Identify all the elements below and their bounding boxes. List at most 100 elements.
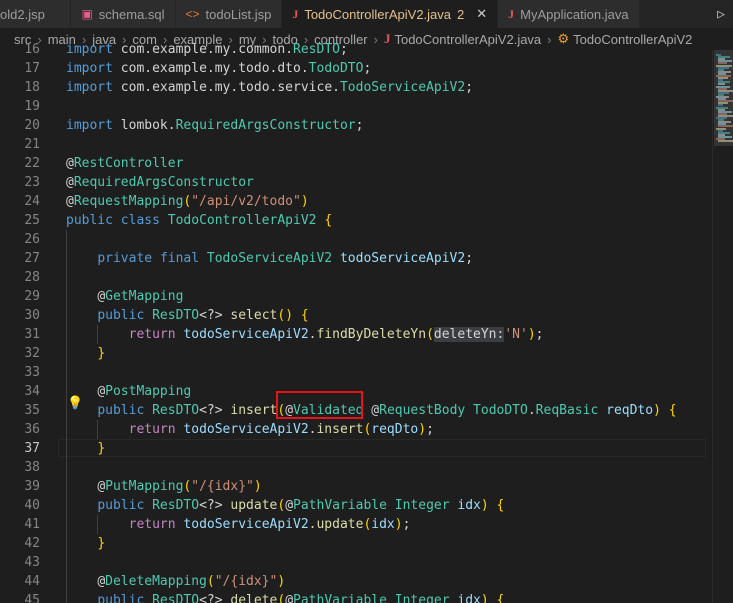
line-number: 41 <box>24 517 40 532</box>
tab-label: MyApplication.java <box>520 6 629 22</box>
line-code: return todoServiceApiV2.update(idx); <box>128 517 411 532</box>
tab-label: old2.jsp <box>0 6 45 22</box>
line-number: 34 <box>24 384 40 399</box>
code-line[interactable]: 38 <box>0 458 712 477</box>
indent-guide <box>97 515 99 534</box>
code-line[interactable]: 19 <box>0 97 712 116</box>
line-code: import lombok.RequiredArgsConstructor; <box>66 118 364 133</box>
code-line[interactable]: 18 import com.example.my.todo.service.Tod… <box>0 78 712 97</box>
code-line[interactable]: 28 <box>0 268 712 287</box>
database-icon: ▣ <box>81 7 93 21</box>
annotation-highlight-box <box>276 391 363 419</box>
tab-todolist-jsp[interactable]: <> todoList.jsp <box>175 0 283 28</box>
line-number: 17 <box>24 61 40 76</box>
line-number: 26 <box>24 232 40 247</box>
code-line[interactable]: 45 public ResDTO<?> delete(@PathVariable… <box>0 591 712 603</box>
line-code: @DeleteMapping("/{idx}") <box>97 574 286 589</box>
line-code: import com.example.my.todo.service.TodoS… <box>66 80 474 95</box>
run-icon[interactable]: ▷ <box>709 0 733 28</box>
code-line[interactable]: 24 @RequestMapping("/api/v2/todo") <box>0 192 712 211</box>
line-number: 39 <box>24 479 40 494</box>
tab-schema-sql[interactable]: ▣ schema.sql <box>71 0 176 28</box>
line-code: } <box>97 441 106 456</box>
code-line[interactable]: 21 <box>0 135 712 154</box>
code-line[interactable]: 32 } <box>0 344 712 363</box>
code-editor[interactable]: 16 import com.example.my.common.ResDTO; 17… <box>0 43 712 603</box>
line-number: 32 <box>24 346 40 361</box>
code-line[interactable]: 29 @GetMapping <box>0 287 712 306</box>
code-line[interactable]: 42 } <box>0 534 712 553</box>
line-code: public ResDTO<?> update(@PathVariable In… <box>97 498 505 513</box>
code-line[interactable]: 26 <box>0 230 712 249</box>
code-line[interactable]: 16 import com.example.my.common.ResDTO; <box>0 43 712 59</box>
line-code: import com.example.my.todo.dto.TodoDTO; <box>66 61 372 76</box>
line-number: 30 <box>24 308 40 323</box>
indent-guide <box>66 230 67 603</box>
code-line[interactable]: 17 import com.example.my.todo.dto.TodoDTO… <box>0 59 712 78</box>
line-code: } <box>97 536 106 551</box>
tab-label: TodoControllerApiV2.java <box>304 6 452 22</box>
jsp-brackets-icon: <> <box>185 7 200 21</box>
line-number: 36 <box>24 422 40 437</box>
line-number: 21 <box>24 137 40 152</box>
code-line[interactable]: 23 @RequiredArgsConstructor <box>0 173 712 192</box>
minimap-line <box>718 140 733 143</box>
lightbulb-icon[interactable]: 💡 <box>67 396 83 411</box>
line-number: 24 <box>24 194 40 209</box>
code-line[interactable]: 41 return todoServiceApiV2.update(idx); <box>0 515 712 534</box>
code-line[interactable]: 31 return todoServiceApiV2.findByDeleteY… <box>0 325 712 344</box>
line-number: 16 <box>24 43 40 57</box>
line-number: 29 <box>24 289 40 304</box>
line-number: 33 <box>24 365 40 380</box>
line-number: 40 <box>24 498 40 513</box>
line-code: private final TodoServiceApiV2 todoServi… <box>97 251 474 266</box>
line-number: 23 <box>24 175 40 190</box>
line-code: @PutMapping("/{idx}") <box>97 479 262 494</box>
line-number: 42 <box>24 536 40 551</box>
line-number: 27 <box>24 251 40 266</box>
line-code: @RestController <box>66 156 184 171</box>
line-number: 20 <box>24 118 40 133</box>
tab-todocontrollerapiv2-java[interactable]: J TodoControllerApiV2.java 2 ✕ <box>282 0 499 28</box>
line-number: 45 <box>24 593 40 603</box>
line-code: public ResDTO<?> delete(@PathVariable In… <box>97 593 505 603</box>
editor-tab-bar: old2.jsp ▣ schema.sql <> todoList.jsp J … <box>0 0 733 28</box>
line-number: 22 <box>24 156 40 171</box>
code-line[interactable]: 36 return todoServiceApiV2.insert(reqDto… <box>0 420 712 439</box>
code-line[interactable]: 25 public class TodoControllerApiV2 { <box>0 211 712 230</box>
code-line[interactable]: 40 public ResDTO<?> update(@PathVariable… <box>0 496 712 515</box>
code-line[interactable]: 33 <box>0 363 712 382</box>
code-line[interactable]: 20 import lombok.RequiredArgsConstructor; <box>0 116 712 135</box>
code-line[interactable]: 22 @RestController <box>0 154 712 173</box>
code-line[interactable]: 30 public ResDTO<?> select() { <box>0 306 712 325</box>
java-icon: J <box>292 6 299 21</box>
line-code: } <box>97 346 106 361</box>
current-line-highlight <box>58 439 706 457</box>
line-code: import com.example.my.common.ResDTO; <box>66 43 348 57</box>
tab-myapplication-java[interactable]: J MyApplication.java <box>498 0 640 28</box>
java-icon: J <box>508 6 515 21</box>
line-number: 44 <box>24 574 40 589</box>
line-code: return todoServiceApiV2.insert(reqDto); <box>128 422 434 437</box>
tab-label: todoList.jsp <box>205 6 272 22</box>
line-number: 37 <box>24 441 40 456</box>
line-code: return todoServiceApiV2.findByDeleteYn(d… <box>128 327 544 342</box>
indent-guide <box>97 325 99 344</box>
problem-count-badge: 2 <box>457 6 465 22</box>
close-icon[interactable]: ✕ <box>476 6 487 22</box>
code-line[interactable]: 27 private final TodoServiceApiV2 todoSe… <box>0 249 712 268</box>
line-code: @GetMapping <box>97 289 184 304</box>
line-code: public ResDTO<?> select() { <box>97 308 309 323</box>
code-line[interactable]: 43 <box>0 553 712 572</box>
line-code: public class TodoControllerApiV2 { <box>66 213 333 228</box>
line-code: @PostMapping <box>97 384 192 399</box>
line-code: @RequiredArgsConstructor <box>66 175 254 190</box>
code-line[interactable]: 39 @PutMapping("/{idx}") <box>0 477 712 496</box>
line-number: 28 <box>24 270 40 285</box>
line-number: 19 <box>24 99 40 114</box>
code-line[interactable]: 44 @DeleteMapping("/{idx}") <box>0 572 712 591</box>
tab-old2-jsp[interactable]: old2.jsp <box>0 0 72 28</box>
close-icon[interactable] <box>57 7 61 22</box>
line-number: 31 <box>24 327 40 342</box>
code-line[interactable]: 37 } <box>0 439 712 458</box>
